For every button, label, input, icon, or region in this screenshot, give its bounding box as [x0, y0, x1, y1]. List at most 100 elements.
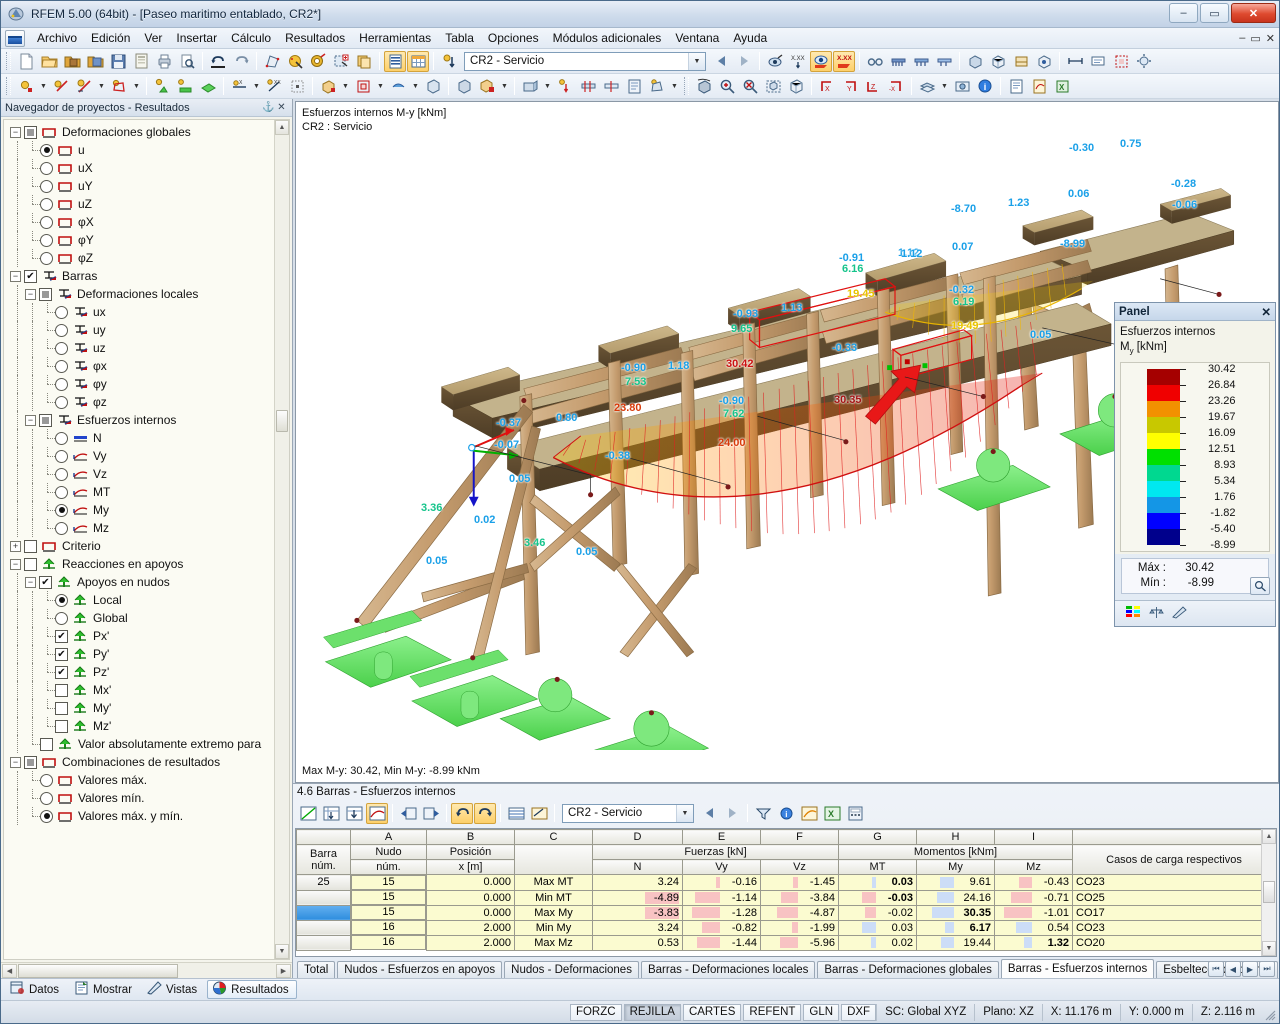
table-cell-vy[interactable]: -0.82 [682, 919, 761, 936]
scroll-thumb[interactable] [276, 410, 288, 432]
table-cell-mz[interactable]: -1.01 [994, 904, 1073, 921]
new-member-dropdown-icon[interactable]: ▼ [96, 76, 107, 97]
navigator-tree-item[interactable]: uZ [10, 195, 289, 213]
navigator-tree-item[interactable]: φy [10, 375, 289, 393]
navigator-tree-item[interactable]: φx [10, 357, 289, 375]
table-diagram-icon[interactable] [366, 802, 388, 824]
collapse-icon[interactable]: − [10, 756, 21, 768]
table-cell-type[interactable]: Max My [514, 904, 593, 921]
table-cell-node[interactable]: 15 [351, 890, 426, 905]
table-cell-node[interactable]: 16 [351, 935, 426, 950]
toolbar-grip[interactable] [6, 52, 11, 70]
node-copy-icon[interactable] [554, 76, 576, 97]
resize-grip-icon[interactable] [1264, 1009, 1276, 1021]
collapse-icon[interactable]: − [25, 414, 36, 426]
table-cell-node[interactable]: 15 [351, 875, 426, 890]
zoom-in-icon[interactable] [716, 76, 738, 97]
radio-unchecked-icon[interactable] [55, 395, 68, 409]
navigator-tree-item[interactable]: Local [10, 591, 289, 609]
radio-unchecked-icon[interactable] [55, 359, 68, 373]
radio-unchecked-icon[interactable] [55, 485, 68, 499]
checkbox-unchecked-icon[interactable] [55, 719, 68, 733]
table-cell-type[interactable]: Max Mz [514, 934, 593, 951]
table-cell-my[interactable]: 24.16 [916, 889, 995, 906]
table-cell-mz[interactable]: 1.32 [994, 934, 1073, 951]
table-info-icon[interactable]: i [775, 803, 797, 824]
table-edit-icon[interactable] [528, 803, 550, 824]
table-cell-position[interactable]: 0.000 [426, 889, 515, 906]
status-toggle[interactable]: GLN [803, 1003, 840, 1021]
zoom-fit-icon[interactable] [762, 76, 784, 97]
printout-report-icon[interactable] [1005, 76, 1027, 97]
panel-close-icon[interactable]: ✕ [1261, 305, 1271, 319]
tab-nav-button[interactable]: ⏭ [1259, 961, 1275, 977]
table-export-excel-icon[interactable]: X [821, 803, 843, 824]
table-redo-icon[interactable] [474, 802, 496, 824]
radio-checked-icon[interactable] [40, 143, 53, 157]
menu-ayuda[interactable]: Ayuda [726, 29, 774, 47]
table-tab[interactable]: Nudos - Deformaciones [504, 961, 639, 978]
divide-member-icon[interactable] [577, 76, 599, 97]
chevron-down-icon[interactable]: ▼ [688, 52, 705, 70]
bottom-button-mostrar[interactable]: Mostrar [69, 980, 140, 999]
column-letter-header[interactable]: I [994, 829, 1073, 845]
table-cell-type[interactable]: Min MT [514, 889, 593, 906]
table-cell-n[interactable]: 0.53 [592, 934, 683, 951]
table-cell-my[interactable]: 30.35 [916, 904, 995, 921]
section-library-icon[interactable] [623, 76, 645, 97]
status-toggle[interactable]: REJILLA [623, 1003, 681, 1021]
radio-unchecked-icon[interactable] [55, 341, 68, 355]
table-cell-vz[interactable]: -4.87 [760, 904, 839, 921]
column-letter-header[interactable]: F [760, 829, 839, 845]
checkbox-unchecked-icon[interactable] [55, 683, 68, 697]
save-all-icon[interactable] [130, 51, 152, 72]
table-cell-n[interactable]: 3.24 [592, 919, 683, 936]
dimension-icon[interactable] [1064, 51, 1086, 72]
next-load-case-icon[interactable] [733, 51, 755, 72]
radio-unchecked-icon[interactable] [55, 611, 68, 625]
table-cell-vy[interactable]: -1.28 [682, 904, 761, 921]
new-surface-icon[interactable] [108, 76, 130, 97]
menu-edicion[interactable]: Edición [84, 29, 137, 47]
table-cell-position[interactable]: 2.000 [426, 934, 515, 951]
navigator-tree-item[interactable]: N [10, 429, 289, 447]
checkbox-partial-icon[interactable] [39, 287, 52, 301]
column-letter-header[interactable]: E [682, 829, 761, 845]
select-by-rect-icon[interactable] [330, 51, 352, 72]
render-model-icon[interactable] [1033, 51, 1055, 72]
new-line-support-icon[interactable] [174, 76, 196, 97]
table-prev-col-icon[interactable] [397, 803, 419, 824]
table-cell-mt[interactable]: -0.03 [838, 889, 917, 906]
annotation-icon[interactable] [1087, 51, 1109, 72]
table-calculator-icon[interactable] [844, 803, 866, 824]
result-values-icon[interactable]: X.XX [787, 51, 809, 72]
table-tab[interactable]: Barras - Deformaciones globales [817, 961, 999, 978]
navigator-tree-item[interactable]: MT [10, 483, 289, 501]
table-cell-type[interactable]: Max MT [514, 874, 593, 891]
support-display2-icon[interactable] [910, 51, 932, 72]
minimize-button[interactable]: – [1169, 3, 1198, 23]
radio-unchecked-icon[interactable] [40, 161, 53, 175]
generate-dropdown-icon[interactable]: ▼ [669, 76, 680, 97]
table-result-icon[interactable] [798, 803, 820, 824]
table-chart-icon[interactable] [297, 803, 319, 824]
result-display-icon[interactable] [764, 51, 786, 72]
status-toggle[interactable]: FORZC [569, 1003, 622, 1021]
navigator-tree-item[interactable]: Mz [10, 519, 289, 537]
table-cell-mt[interactable]: 0.03 [838, 919, 917, 936]
table-row[interactable]: 16 2.000 Min My 3.24 -0.82 -1.99 0.03 6.17 0.54 C… [296, 919, 1276, 936]
table-undo-icon[interactable] [451, 802, 473, 824]
table-cell-position[interactable]: 0.000 [426, 904, 515, 921]
glasses-icon[interactable] [864, 51, 886, 72]
menu-modulos-adicionales[interactable]: Módulos adicionales [546, 29, 669, 47]
table-cell-n[interactable]: 3.24 [592, 874, 683, 891]
load-case-combo[interactable]: CR2 - Servicio ▼ [464, 51, 706, 71]
table-tab[interactable]: Barras - Esfuerzos internos [1000, 959, 1155, 978]
grid-point-icon[interactable] [286, 76, 308, 97]
table-cell-vz[interactable]: -5.96 [760, 934, 839, 951]
save-icon[interactable] [107, 51, 129, 72]
checkbox-partial-icon[interactable] [24, 125, 37, 139]
navigator-tree-item[interactable]: ux [10, 303, 289, 321]
table-row[interactable]: 15 0.000 Max My -3.83 -1.28 -4.87 -0.02 30.35 -1… [296, 904, 1276, 921]
table-next-col-icon[interactable] [420, 803, 442, 824]
